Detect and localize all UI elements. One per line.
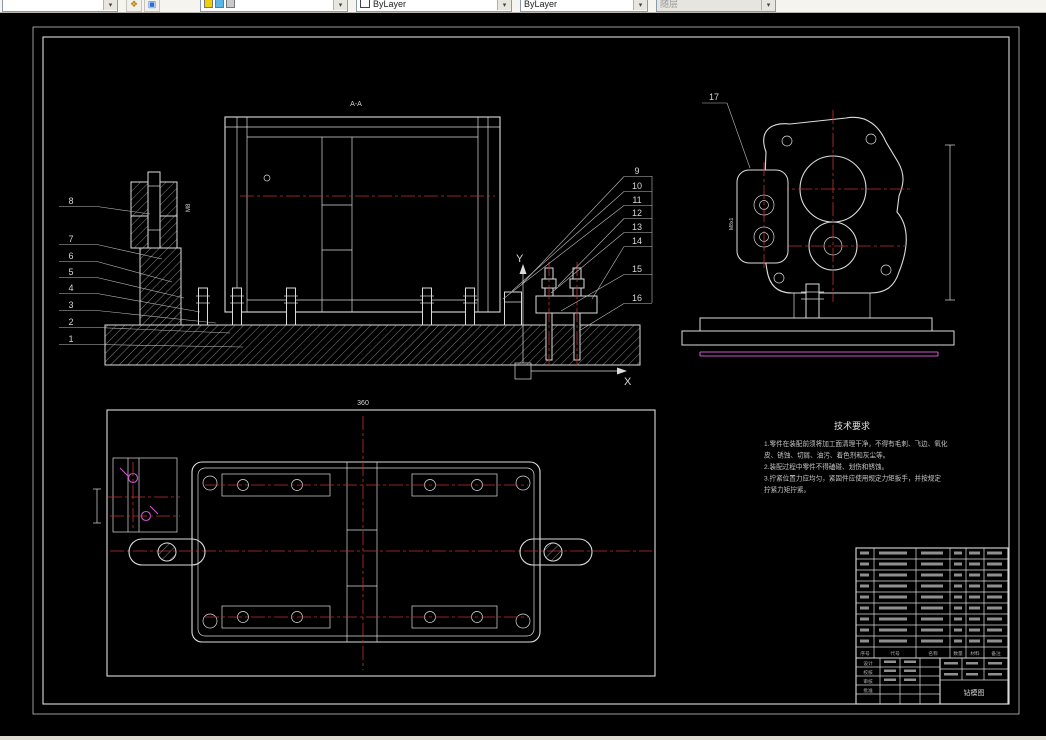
- callout-label: 10: [632, 181, 642, 191]
- layer-freeze-icon: [215, 0, 224, 8]
- side-view[interactable]: M8x1 17: [681, 92, 955, 357]
- callout-label: 8: [68, 196, 73, 206]
- window-bottom-edge: [0, 736, 1046, 740]
- technical-requirements: 技术要求 1.零件在装配前须将加工面清理干净，不得有毛刺、飞边、氧化 皮、锈蚀、…: [764, 420, 948, 494]
- layers-icon: ❖: [129, 0, 139, 9]
- titleblock-label-design: 设计: [863, 660, 873, 667]
- plotstyle-combo-value: 随层: [660, 0, 679, 9]
- titleblock-label-audit: 审核: [863, 678, 873, 685]
- callout-label: 16: [632, 293, 642, 303]
- titleblock-label-check: 校核: [863, 669, 873, 676]
- color-combo-value: ByLayer: [373, 0, 407, 9]
- chevron-down-icon: ▾: [633, 0, 647, 10]
- drawing-name: 钻模图: [964, 688, 985, 697]
- parts-header-qty: 数量: [953, 650, 963, 657]
- cad-drawing-canvas[interactable]: A-A M8 Y X 8 7 6 5 4 3 2 1 9 10 11 12 13…: [0, 0, 1046, 740]
- layer-combo[interactable]: ▾: [200, 0, 348, 12]
- tech-req-title: 技术要求: [834, 420, 870, 431]
- title-block: 序号 代号 名称 数量 材料 备注 设计 校核 审核 批准 钻模图: [855, 547, 1009, 705]
- callout-label: 14: [632, 236, 642, 246]
- axis-x-label: X: [624, 376, 632, 388]
- axis-y-label: Y: [516, 253, 524, 265]
- front-section-view[interactable]: A-A M8 Y X 8 7 6 5 4 3 2 1 9 10 11 12 13…: [59, 101, 653, 388]
- callout-label-17: 17: [709, 92, 719, 102]
- plan-view[interactable]: 360: [93, 400, 656, 677]
- pad-bolt-holes: [202, 475, 531, 629]
- sheet-frame: [32, 26, 1020, 715]
- left-locating-detail: [93, 457, 180, 533]
- thread-label-m8x1: M8x1: [729, 218, 735, 230]
- style-combo[interactable]: ▾: [2, 0, 118, 12]
- chevron-down-icon: ▾: [103, 0, 117, 10]
- callout-label: 9: [634, 166, 639, 176]
- clamp-screws: [196, 287, 522, 326]
- callout-label: 3: [68, 300, 73, 310]
- callout-label: 1: [68, 334, 73, 344]
- cad-application-window: ▾ ❖ ▣ ▾ ByLayer ▾ ByLayer ▾ 随层 ▾ A-A M8 …: [0, 0, 1046, 740]
- parts-header-code: 代号: [890, 650, 900, 657]
- parts-header-seq: 序号: [860, 650, 870, 657]
- callout-label: 6: [68, 251, 73, 261]
- layer-lock-icon: [226, 0, 235, 8]
- layer-icon: ▣: [147, 0, 157, 9]
- chevron-down-icon: ▾: [761, 0, 775, 10]
- tech-req-line: 2.装配过程中零件不得磕碰、划伤和锈蚀。: [764, 462, 888, 471]
- make-layer-current-button[interactable]: ▣: [144, 0, 160, 12]
- tech-req-line: 皮、锈蚀、切屑、油污、着色剂和灰尘等。: [764, 451, 889, 460]
- callout-label: 12: [632, 208, 642, 218]
- callout-label: 7: [68, 234, 73, 244]
- layer-properties-button[interactable]: ❖: [126, 0, 142, 12]
- callout-label: 13: [632, 222, 642, 232]
- parts-header-name: 名称: [928, 650, 938, 657]
- callout-label: 11: [632, 195, 641, 205]
- layer-on-icon: [204, 0, 213, 8]
- callout-label: 5: [68, 267, 73, 277]
- parts-list-row: [860, 551, 1002, 555]
- parts-header-note: 备注: [991, 650, 1001, 657]
- callout-label: 2: [68, 317, 73, 327]
- color-combo[interactable]: ByLayer ▾: [356, 0, 512, 12]
- tech-req-line: 3.拧紧位置力应均匀，紧固件应使用规定力矩扳手，并按规定: [764, 474, 941, 483]
- linetype-combo[interactable]: ByLayer ▾: [520, 0, 648, 12]
- properties-toolbar: ▾ ❖ ▣ ▾ ByLayer ▾ ByLayer ▾ 随层 ▾: [0, 0, 1046, 13]
- chevron-down-icon: ▾: [497, 0, 511, 10]
- chevron-down-icon: ▾: [333, 0, 347, 10]
- color-swatch: [360, 0, 370, 8]
- linetype-combo-value: ByLayer: [524, 0, 558, 9]
- callout-label: 4: [68, 283, 73, 293]
- callout-label: 15: [632, 264, 642, 274]
- thread-label-m8: M8: [186, 203, 192, 212]
- plotstyle-combo: 随层 ▾: [656, 0, 776, 12]
- plan-width-dimension: 360: [357, 400, 369, 407]
- tech-req-line: 1.零件在装配前须将加工面清理干净，不得有毛刺、飞边、氧化: [764, 439, 948, 448]
- tech-req-line: 拧紧力矩拧紧。: [764, 485, 810, 494]
- parts-header-material: 材料: [970, 650, 980, 657]
- section-label: A-A: [350, 101, 362, 108]
- titleblock-label-approve: 批准: [863, 687, 873, 694]
